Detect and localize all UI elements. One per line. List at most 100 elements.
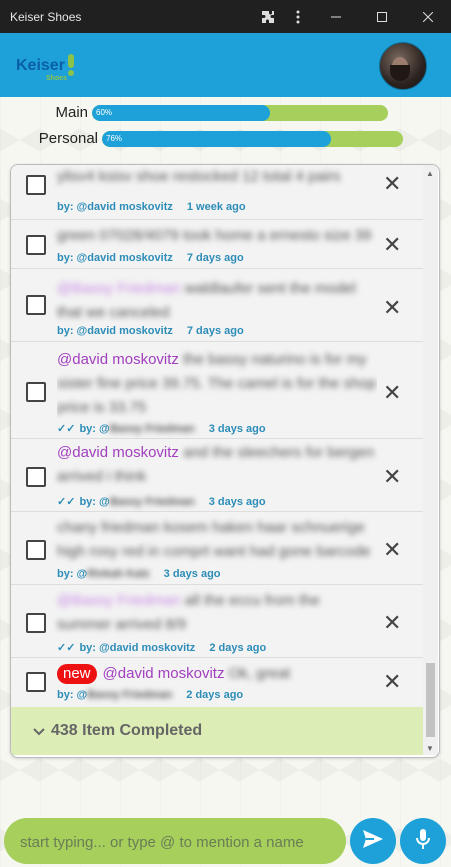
task-meta: ✓✓ by: @Bassy Friedman 3 days ago (57, 422, 266, 435)
task-mention[interactable]: @david moskovitz (57, 351, 179, 368)
task-meta: ✓✓ by: @david moskovitz 2 days ago (57, 641, 266, 654)
task-meta: by: @david moskovitz 7 days ago (57, 252, 244, 264)
task-author: by: @david moskovitz (57, 201, 173, 213)
progress-label: Personal (38, 130, 98, 147)
task-mention[interactable]: @david moskovitz (103, 665, 225, 682)
close-icon[interactable] (405, 0, 451, 33)
task-item: @david moskovitz and the sleechers for b… (11, 439, 423, 512)
send-button[interactable] (350, 818, 396, 864)
delete-task-icon[interactable]: ✕ (383, 612, 401, 634)
microphone-icon (415, 828, 431, 855)
kebab-icon[interactable] (283, 0, 313, 33)
task-item: ylisv4 ksisv shoe restocked 12 total 4 p… (11, 165, 423, 220)
task-meta: by: @Rivkah Katz 3 days ago (57, 568, 221, 580)
scroll-down-icon[interactable]: ▼ (426, 744, 434, 753)
task-meta: ✓✓ by: @Bassy Friedman 3 days ago (57, 495, 266, 508)
new-badge: new (57, 664, 97, 684)
task-item: chany friedman kosem haken haar schnueri… (11, 512, 423, 585)
progress-bar: 60% (92, 104, 388, 121)
double-check-icon: ✓✓ (57, 423, 76, 435)
progress-personal: Personal 76% (38, 130, 403, 147)
logo-sub-text: Shoes (46, 75, 67, 82)
task-author: by: @david moskovitz (57, 325, 173, 337)
task-meta: by: @Bassy Friedman 2 days ago (57, 689, 243, 701)
task-meta: by: @david moskovitz 1 week ago (57, 201, 246, 213)
progress-fill: 60% (92, 104, 270, 121)
completed-label: 438 Item Completed (51, 722, 203, 739)
task-checkbox[interactable] (26, 672, 46, 692)
delete-task-icon[interactable]: ✕ (383, 539, 401, 561)
delete-task-icon[interactable]: ✕ (383, 234, 401, 256)
progress-fill: 76% (102, 130, 331, 147)
delete-task-icon[interactable]: ✕ (383, 382, 401, 404)
puzzle-icon[interactable] (253, 0, 283, 33)
task-item: @Bassy Friedman all the eccu from the su… (11, 585, 423, 658)
task-author: Bassy Friedman (109, 496, 195, 508)
task-mention[interactable]: @Bassy Friedman (57, 280, 181, 297)
task-checkbox[interactable] (26, 467, 46, 487)
task-checkbox[interactable] (26, 295, 46, 315)
task-author: by: @david moskovitz (57, 252, 173, 264)
minimize-icon[interactable] (313, 0, 359, 33)
task-text: @Bassy Friedman all the eccu from the su… (57, 589, 377, 637)
scroll-up-icon[interactable]: ▲ (426, 169, 434, 178)
task-checkbox[interactable] (26, 613, 46, 633)
microphone-button[interactable] (400, 818, 446, 864)
task-author: Bassy Friedman (87, 689, 173, 701)
chevron-down-icon (33, 723, 45, 739)
task-item: @Bassy Friedman waldlaufer sent the mode… (11, 269, 423, 342)
window-title: Keiser Shoes (10, 9, 82, 24)
task-author-prefix: by: @ (57, 568, 88, 580)
delete-task-icon[interactable]: ✕ (383, 466, 401, 488)
progress-percent: 60% (96, 108, 113, 117)
task-time: 3 days ago (208, 496, 266, 508)
task-checkbox[interactable] (26, 235, 46, 255)
delete-task-icon[interactable]: ✕ (383, 173, 401, 195)
logo-text: Keiser (16, 57, 65, 74)
maximize-icon[interactable] (359, 0, 405, 33)
task-text: @Bassy Friedman waldlaufer sent the mode… (57, 277, 377, 325)
task-text: @david moskovitz the bassy naturino is f… (57, 348, 377, 420)
task-time: 7 days ago (186, 252, 244, 264)
task-checkbox[interactable] (26, 382, 46, 402)
task-checkbox[interactable] (26, 540, 46, 560)
task-checkbox[interactable] (26, 175, 46, 195)
task-author: Bassy Friedman (109, 423, 195, 435)
task-time: 3 days ago (208, 423, 266, 435)
progress-percent: 76% (106, 134, 123, 143)
delete-task-icon[interactable]: ✕ (383, 671, 401, 693)
keiser-logo[interactable]: Keiser Shoes (16, 52, 76, 82)
message-composer (4, 818, 346, 866)
task-time: 7 days ago (186, 325, 244, 337)
task-time: 3 days ago (163, 568, 221, 580)
task-text: new @david moskovitz Ok, great (57, 662, 377, 686)
task-list-scrollbar[interactable]: ▲ ▼ (423, 165, 438, 755)
task-author-prefix: by: @ (79, 496, 110, 508)
task-author: Rivkah Katz (87, 568, 150, 580)
task-time: 2 days ago (186, 689, 244, 701)
task-author-prefix: by: @ (79, 423, 110, 435)
user-avatar[interactable] (379, 42, 427, 90)
delete-task-icon[interactable]: ✕ (383, 297, 401, 319)
app-header: Keiser Shoes (0, 33, 451, 97)
double-check-icon: ✓✓ (57, 496, 76, 508)
task-item: @david moskovitz the bassy naturino is f… (11, 342, 423, 439)
send-icon (362, 829, 384, 854)
task-author: by: @david moskovitz (79, 642, 196, 654)
message-input[interactable] (4, 818, 342, 866)
task-time: 1 week ago (186, 201, 246, 213)
completed-toggle[interactable]: 438 Item Completed (11, 707, 423, 755)
task-meta: by: @david moskovitz 7 days ago (57, 325, 244, 337)
window-titlebar: Keiser Shoes (0, 0, 451, 33)
progress-label: Main (55, 104, 88, 121)
task-item: green 07028/4079 took home a ernesto siz… (11, 220, 423, 269)
scrollbar-thumb[interactable] (426, 663, 435, 737)
progress-bar: 76% (102, 130, 403, 147)
task-mention[interactable]: @Bassy Friedman (57, 592, 181, 609)
task-panel: ylisv4 ksisv shoe restocked 12 total 4 p… (10, 164, 440, 758)
task-text: chany friedman kosem haken haar schnueri… (57, 519, 371, 560)
task-author-prefix: by: @ (57, 689, 88, 701)
double-check-icon: ✓✓ (57, 642, 76, 654)
task-mention[interactable]: @david moskovitz (57, 444, 179, 461)
task-text: green 07028/4079 took home a ernesto siz… (57, 227, 372, 244)
